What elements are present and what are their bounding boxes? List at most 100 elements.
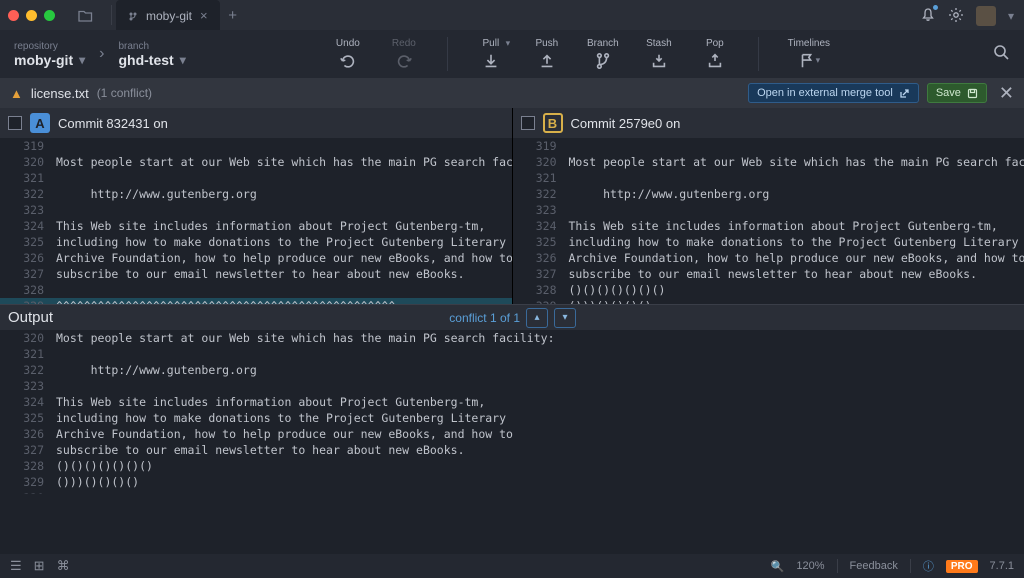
stash-button[interactable]: Stash <box>638 38 680 71</box>
traffic-lights <box>8 10 55 21</box>
zoom-level: 120% <box>796 560 824 572</box>
code-line: 327subscribe to our email newsletter to … <box>0 442 1024 458</box>
divider <box>111 5 112 25</box>
code-line: 328()()()()()()() <box>513 282 1024 298</box>
pane-a: A Commit 832431 on 319320Most people sta… <box>0 108 512 304</box>
push-icon <box>538 51 556 71</box>
code-line: 319 <box>513 138 1024 154</box>
code-line: 329()))()()()() <box>0 474 1024 490</box>
window-maximize-button[interactable] <box>44 10 55 21</box>
chevron-down-icon: ▾ <box>506 38 511 49</box>
pane-a-checkbox[interactable] <box>8 116 22 130</box>
chevron-down-icon: ▾ <box>180 53 186 67</box>
branch-crumb-label: branch <box>118 41 149 52</box>
branch-button[interactable]: Branch <box>582 38 624 71</box>
code-line: 323 <box>0 202 512 218</box>
code-line: 327subscribe to our email newsletter to … <box>513 266 1024 282</box>
gear-icon[interactable] <box>948 7 964 26</box>
notifications-icon[interactable] <box>920 7 936 26</box>
pane-a-code[interactable]: 319320Most people start at our Web site … <box>0 138 512 304</box>
info-icon[interactable]: ⓘ <box>923 558 934 574</box>
code-line: 320Most people start at our Web site whi… <box>0 154 512 170</box>
branch-crumb[interactable]: branch ghd-test ▾ <box>118 41 185 68</box>
folder-icon[interactable] <box>69 4 101 26</box>
main-toolbar: Undo Redo Pull ▾ Push Branch Stash Pop <box>327 37 837 71</box>
pane-b: B Commit 2579e0 on 319320Most people sta… <box>512 108 1024 304</box>
window-close-button[interactable] <box>8 10 19 21</box>
redo-icon <box>395 51 413 71</box>
code-line: 324This Web site includes information ab… <box>513 218 1024 234</box>
tab-label: moby-git <box>146 9 192 23</box>
terminal-icon[interactable]: ⌘ <box>57 558 70 574</box>
code-line: 320Most people start at our Web site whi… <box>513 154 1024 170</box>
conflict-navigator: conflict 1 of 1 ▴ ▾ <box>449 308 576 328</box>
code-line: 324This Web site includes information ab… <box>0 218 512 234</box>
save-button[interactable]: Save <box>927 83 987 103</box>
code-line: 330 <box>0 490 1024 494</box>
code-line: 325including how to make donations to th… <box>513 234 1024 250</box>
divider <box>447 37 448 71</box>
tab-repo[interactable]: moby-git × <box>116 0 220 30</box>
feedback-link[interactable]: Feedback <box>850 560 898 572</box>
chevron-down-icon[interactable]: ▾ <box>1008 9 1014 23</box>
pane-b-code[interactable]: 319320Most people start at our Web site … <box>513 138 1024 304</box>
repo-crumb-value: moby-git <box>14 52 73 68</box>
pane-a-marker: A <box>30 113 50 133</box>
zoom-out-icon[interactable]: 🔍 <box>771 560 785 573</box>
pane-b-header: B Commit 2579e0 on <box>513 108 1024 138</box>
branch-icon <box>128 11 138 21</box>
new-tab-button[interactable]: + <box>220 7 246 24</box>
toolbar-row: repository moby-git▾ › branch ghd-test▾ … <box>0 30 1024 78</box>
warning-icon: ▲ <box>10 86 23 101</box>
grid-icon[interactable]: ⊞ <box>34 558 45 574</box>
repo-crumb[interactable]: repository moby-git▾ <box>14 41 85 68</box>
pop-icon <box>706 51 724 71</box>
redo-button[interactable]: Redo <box>383 38 425 71</box>
pane-a-label: Commit 832431 on <box>58 116 168 131</box>
code-line: 326Archive Foundation, how to help produ… <box>0 426 1024 442</box>
undo-button[interactable]: Undo <box>327 38 369 71</box>
branch-crumb-value: ghd-test <box>118 52 173 68</box>
pro-badge: PRO <box>946 560 978 573</box>
code-line: 322 http://www.gutenberg.org <box>513 186 1024 202</box>
save-icon <box>967 88 978 99</box>
conflict-bar: ▲ license.txt (1 conflict) Open in exter… <box>0 78 1024 108</box>
window-minimize-button[interactable] <box>26 10 37 21</box>
code-line: 322 http://www.gutenberg.org <box>0 186 512 202</box>
code-line: 323 <box>513 202 1024 218</box>
output-title: Output <box>8 309 53 326</box>
code-line: 321 <box>513 170 1024 186</box>
push-button[interactable]: Push <box>526 38 568 71</box>
code-line: 319 <box>0 138 512 154</box>
code-line: 323 <box>0 378 1024 394</box>
next-conflict-button[interactable]: ▾ <box>554 308 576 328</box>
code-line: 325including how to make donations to th… <box>0 410 1024 426</box>
conflict-count: (1 conflict) <box>97 86 152 100</box>
version-label: 7.7.1 <box>990 560 1014 572</box>
conflict-position: conflict 1 of 1 <box>449 311 520 325</box>
timelines-button[interactable]: Timelines ▾ <box>781 38 837 71</box>
prev-conflict-button[interactable]: ▴ <box>526 308 548 328</box>
pane-a-header: A Commit 832431 on <box>0 108 512 138</box>
titlebar-actions: ▾ <box>920 6 1014 26</box>
open-external-button[interactable]: Open in external merge tool <box>748 83 919 103</box>
pane-b-label: Commit 2579e0 on <box>571 116 681 131</box>
chevron-down-icon: ▾ <box>79 53 85 67</box>
pull-icon <box>482 51 500 71</box>
notification-dot-icon <box>933 5 938 10</box>
pop-button[interactable]: Pop <box>694 38 736 71</box>
list-icon[interactable]: ☰ <box>10 558 22 574</box>
code-line: 321 <box>0 346 1024 362</box>
output-code[interactable]: 320Most people start at our Web site whi… <box>0 330 1024 494</box>
pull-button[interactable]: Pull ▾ <box>470 38 512 71</box>
close-icon[interactable]: ✕ <box>999 83 1014 104</box>
divider <box>910 559 911 573</box>
stash-icon <box>650 51 668 71</box>
output-header: Output conflict 1 of 1 ▴ ▾ <box>0 304 1024 330</box>
code-line: 322 http://www.gutenberg.org <box>0 362 1024 378</box>
avatar[interactable] <box>976 6 996 26</box>
search-icon[interactable] <box>992 43 1010 66</box>
code-line: 324This Web site includes information ab… <box>0 394 1024 410</box>
pane-b-checkbox[interactable] <box>521 116 535 130</box>
close-icon[interactable]: × <box>200 8 208 23</box>
